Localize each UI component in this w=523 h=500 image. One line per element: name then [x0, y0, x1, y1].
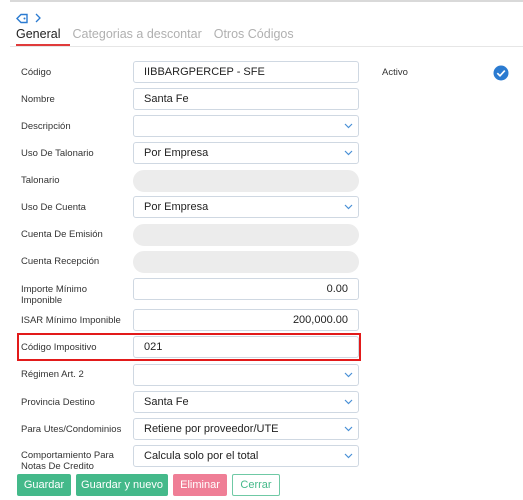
- tab-otros-codigos[interactable]: Otros Códigos: [214, 27, 294, 43]
- comportamiento-select[interactable]: Calcula solo por el total: [133, 445, 359, 467]
- uso-talonario-label: Uso De Talonario: [21, 148, 94, 159]
- provincia-destino-label: Provincia Destino: [21, 397, 95, 408]
- comportamiento-value: Calcula solo por el total: [144, 450, 259, 462]
- chevron-down-icon: [344, 426, 353, 432]
- guardar-button[interactable]: Guardar: [17, 474, 71, 496]
- isar-minimo-value: 200,000.00: [292, 314, 348, 326]
- cerrar-button[interactable]: Cerrar: [232, 474, 280, 496]
- provincia-destino-value: Santa Fe: [144, 396, 189, 408]
- importe-minimo-label-line2: Imponible: [21, 295, 63, 306]
- talonario-input: [133, 170, 359, 192]
- tag-icon[interactable]: [16, 13, 29, 24]
- chevron-down-icon: [344, 150, 353, 156]
- regimen-label: Régimen Art. 2: [21, 369, 84, 380]
- comportamiento-label-line2: Notas De Credito: [21, 461, 94, 472]
- chevron-right-icon[interactable]: [35, 13, 41, 23]
- codigo-impositivo-label: Código Impositivo: [21, 342, 97, 353]
- utes-label: Para Utes/Condominios: [21, 424, 122, 435]
- cuenta-emision-input: [133, 224, 359, 246]
- codigo-input[interactable]: IIBBARGPERCEP - SFE: [133, 61, 359, 83]
- isar-minimo-input[interactable]: 200,000.00: [133, 309, 359, 331]
- comportamiento-label: Comportamiento Para Notas De Credito: [21, 450, 114, 472]
- uso-talonario-value: Por Empresa: [144, 147, 209, 159]
- importe-minimo-label-line1: Importe Mínimo: [21, 284, 87, 295]
- nombre-value: Santa Fe: [144, 93, 189, 105]
- chevron-down-icon: [344, 453, 353, 459]
- codigo-impositivo-value: 021: [144, 341, 163, 353]
- comportamiento-label-line1: Comportamiento Para: [21, 450, 114, 461]
- tab-categorias-a-descontar[interactable]: Categorias a descontar: [72, 27, 201, 43]
- talonario-label: Talonario: [21, 175, 60, 186]
- isar-minimo-label: ISAR Mínimo Imponible: [21, 315, 121, 326]
- activo-label: Activo: [382, 67, 408, 78]
- codigo-label: Código: [21, 67, 52, 78]
- tabs-divider: [10, 46, 523, 47]
- utes-value: Retiene por proveedor/UTE: [144, 423, 279, 435]
- descripcion-select[interactable]: [133, 115, 359, 137]
- cuenta-recepcion-input: [133, 251, 359, 273]
- breadcrumb: [16, 11, 41, 25]
- guardar-y-nuevo-button[interactable]: Guardar y nuevo: [76, 474, 168, 496]
- top-divider: [10, 0, 523, 2]
- importe-minimo-value: 0.00: [326, 283, 348, 295]
- chevron-down-icon: [344, 399, 353, 405]
- regimen-select[interactable]: [133, 364, 359, 386]
- nombre-input[interactable]: Santa Fe: [133, 88, 359, 110]
- chevron-down-icon: [344, 204, 353, 210]
- uso-cuenta-select[interactable]: Por Empresa: [133, 196, 359, 218]
- tab-general[interactable]: General: [16, 27, 60, 43]
- activo-checkbox[interactable]: [493, 65, 509, 86]
- descripcion-label: Descripción: [21, 121, 71, 132]
- cuenta-recepcion-label: Cuenta Recepción: [21, 256, 100, 267]
- provincia-destino-select[interactable]: Santa Fe: [133, 391, 359, 413]
- uso-cuenta-label: Uso De Cuenta: [21, 202, 86, 213]
- cuenta-emision-label: Cuenta De Emisión: [21, 229, 103, 240]
- chevron-down-icon: [344, 372, 353, 378]
- importe-minimo-input[interactable]: 0.00: [133, 278, 359, 300]
- uso-talonario-select[interactable]: Por Empresa: [133, 142, 359, 164]
- eliminar-button[interactable]: Eliminar: [173, 474, 227, 496]
- uso-cuenta-value: Por Empresa: [144, 201, 209, 213]
- utes-select[interactable]: Retiene por proveedor/UTE: [133, 418, 359, 440]
- codigo-impositivo-input[interactable]: 021: [133, 336, 359, 358]
- nombre-label: Nombre: [21, 94, 55, 105]
- chevron-down-icon: [344, 123, 353, 129]
- codigo-value: IIBBARGPERCEP - SFE: [144, 66, 265, 78]
- check-circle-icon: [493, 65, 509, 81]
- importe-minimo-label: Importe Mínimo Imponible: [21, 284, 87, 306]
- tab-bar: General Categorias a descontar Otros Cód…: [16, 27, 294, 43]
